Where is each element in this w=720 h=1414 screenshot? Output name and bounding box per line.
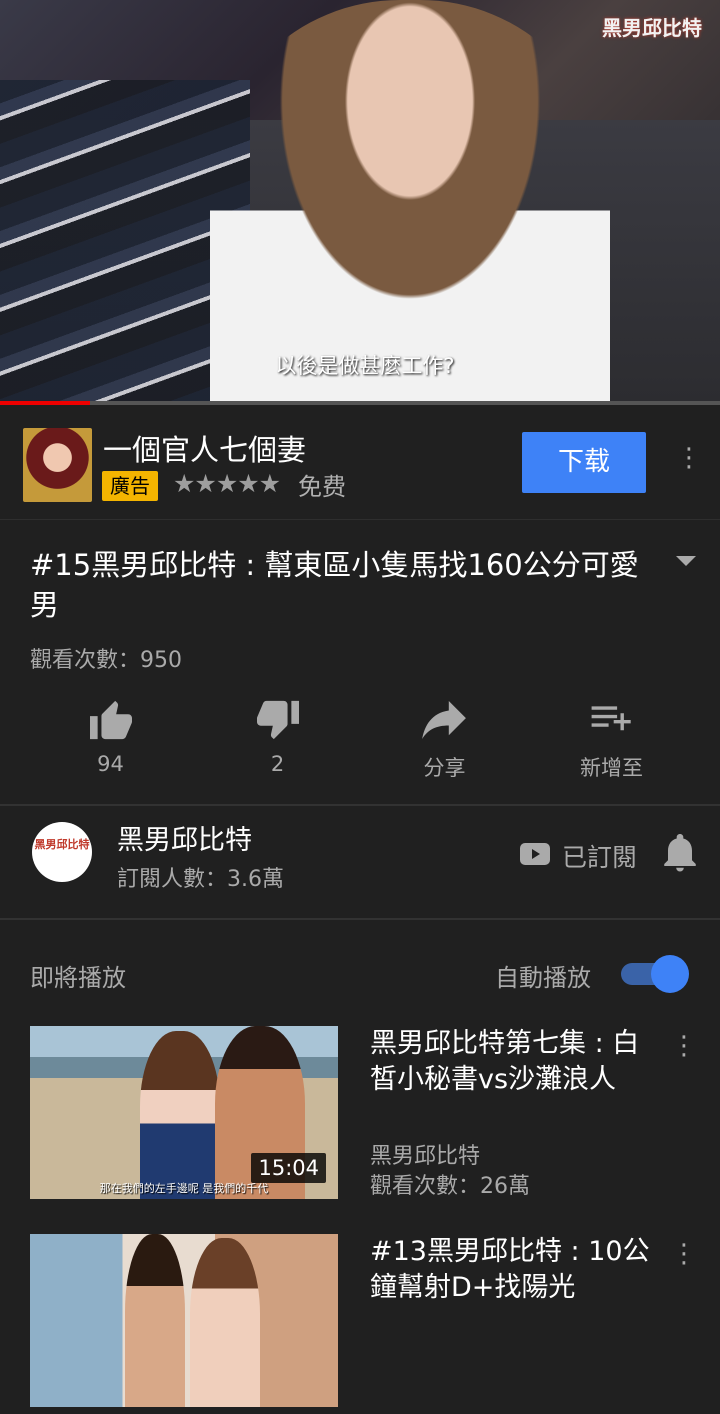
ad-badge: 廣告 — [102, 471, 158, 501]
video-subtitle: 以後是做甚麼工作? — [275, 354, 455, 378]
like-count: 94 — [97, 752, 124, 776]
dislike-button[interactable]: 2 — [194, 690, 361, 776]
thumbs-up-icon — [27, 690, 194, 750]
subscribed-label: 已訂閱 — [562, 843, 638, 872]
ad-price: 免费 — [298, 473, 346, 501]
subscriber-count: 訂閱人數：3.6萬 — [117, 867, 284, 892]
ad-title[interactable]: 一個官人七個妻 — [103, 427, 306, 469]
share-icon — [361, 690, 528, 750]
share-label: 分享 — [423, 756, 466, 780]
up-next-label: 即將播放 — [30, 964, 126, 992]
thumbnail-figure — [125, 1234, 185, 1407]
autoplay-toggle[interactable] — [621, 955, 689, 993]
share-button[interactable]: 分享 — [361, 690, 528, 782]
channel-avatar[interactable]: 黑男邱比特 — [32, 822, 92, 882]
expand-description-icon[interactable] — [676, 556, 696, 566]
video-item-channel: 黑男邱比特 — [370, 1144, 481, 1169]
autoplay-label: 自動播放 — [495, 964, 591, 992]
channel-name[interactable]: 黑男邱比特 — [117, 818, 252, 857]
video-more-icon[interactable]: ⋮ — [671, 1234, 697, 1274]
playlist-add-icon — [528, 690, 695, 750]
thumbnail-figure — [140, 1031, 220, 1199]
video-thumbnail[interactable]: 那在我們的左手邊呢 是我們的千代 15:04 — [30, 1026, 338, 1199]
video-item-title[interactable]: #13黑男邱比特 : 10公鐘幫射D+找陽光 — [370, 1234, 660, 1306]
action-bar: 94 2 分享 新增至 — [0, 690, 720, 800]
thumbnail-figure — [190, 1238, 260, 1407]
ad-rating-stars: ★★★★★ — [173, 469, 281, 498]
video-more-icon[interactable]: ⋮ — [671, 1026, 697, 1066]
video-frame-person — [210, 0, 610, 405]
view-count: 觀看次數：950 — [30, 648, 182, 673]
video-thumbnail[interactable] — [30, 1234, 338, 1407]
video-player[interactable]: 黑男邱比特 以後是做甚麼工作? — [0, 0, 720, 405]
video-title: #15黑男邱比特 : 幫東區小隻馬找160公分可愛男 — [30, 548, 639, 622]
video-item-title[interactable]: 黑男邱比特第七集 : 白皙小秘書vs沙灘浪人 — [370, 1026, 660, 1098]
ad-download-button[interactable]: 下载 — [522, 432, 646, 493]
dislike-count: 2 — [270, 752, 285, 776]
thumbs-down-icon — [194, 690, 361, 750]
add-to-button[interactable]: 新增至 — [528, 690, 695, 782]
autoplay-toggle-knob — [651, 955, 689, 993]
video-item-views: 觀看次數：26萬 — [370, 1174, 530, 1199]
ad-more-icon[interactable]: ⋮ — [676, 438, 702, 478]
channel-row[interactable]: 黑男邱比特 黑男邱比特 訂閱人數：3.6萬 已訂閱 — [0, 806, 720, 918]
subscribed-button[interactable]: 已訂閱 — [520, 838, 637, 874]
youtube-icon — [520, 843, 550, 869]
like-button[interactable]: 94 — [27, 690, 194, 776]
divider — [0, 918, 720, 920]
add-to-label: 新增至 — [580, 756, 643, 780]
notification-bell-icon[interactable] — [662, 832, 698, 876]
list-item[interactable]: #13黑男邱比特 : 10公鐘幫射D+找陽光 ⋮ — [30, 1234, 720, 1414]
channel-watermark: 黑男邱比特 — [602, 16, 702, 40]
video-duration: 15:04 — [251, 1153, 326, 1183]
list-item[interactable]: 那在我們的左手邊呢 是我們的千代 15:04 黑男邱比特第七集 : 白皙小秘書v… — [30, 1026, 720, 1206]
ad-row[interactable]: 一個官人七個妻 廣告 ★★★★★ 免费 下载 ⋮ — [0, 405, 720, 520]
ad-app-icon[interactable] — [23, 428, 92, 502]
